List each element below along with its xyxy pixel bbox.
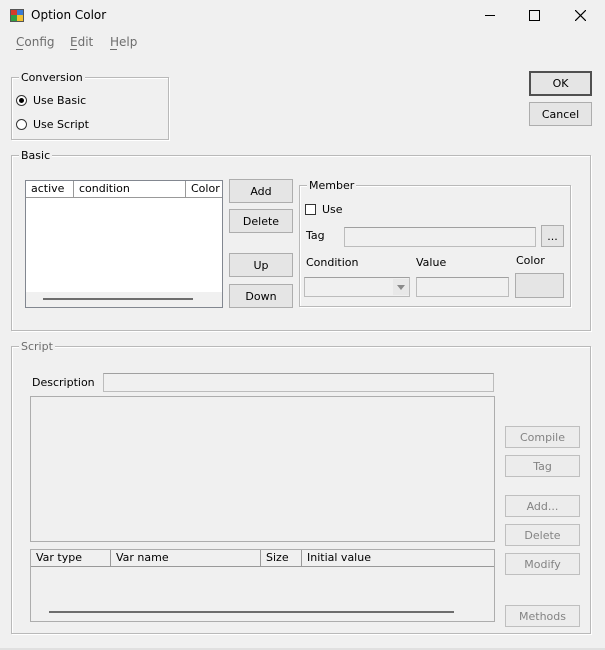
chevron-down-icon: [397, 284, 405, 290]
variable-list-header: Var type Var name Size Initial value: [31, 550, 494, 567]
menu-config[interactable]: Config: [16, 35, 55, 49]
member-use-label[interactable]: Use: [322, 203, 343, 216]
dropdown-button[interactable]: [393, 279, 409, 295]
conversion-group-label: Conversion: [19, 71, 85, 84]
scrollbar-thumb[interactable]: [43, 298, 193, 300]
window-title: Option Color: [31, 8, 107, 22]
member-condition-label: Condition: [306, 256, 359, 269]
member-use-checkbox[interactable]: [305, 204, 316, 215]
member-color-label: Color: [516, 254, 545, 267]
basic-up-button[interactable]: Up: [229, 253, 293, 277]
script-delete-button[interactable]: Delete: [505, 524, 580, 546]
col-active[interactable]: active: [26, 181, 74, 197]
member-tag-field[interactable]: [344, 227, 536, 247]
color-picker-button[interactable]: [515, 273, 564, 298]
description-field[interactable]: [103, 373, 494, 392]
script-add-button[interactable]: Add...: [505, 495, 580, 517]
app-icon: [10, 9, 24, 22]
col-condition[interactable]: condition: [74, 181, 186, 197]
close-button[interactable]: [558, 0, 603, 31]
cancel-button[interactable]: Cancel: [529, 102, 592, 126]
script-editor[interactable]: [30, 396, 495, 542]
member-tag-label: Tag: [306, 229, 325, 242]
tag-browse-button[interactable]: ...: [541, 225, 564, 247]
variable-list-scrollbar[interactable]: [49, 611, 454, 613]
basic-delete-button[interactable]: Delete: [229, 209, 293, 233]
use-basic-radio[interactable]: [16, 95, 27, 106]
methods-button[interactable]: Methods: [505, 605, 580, 627]
condition-list-header: active condition Color: [26, 181, 222, 198]
col-initial-value[interactable]: Initial value: [302, 550, 494, 566]
menu-edit[interactable]: Edit: [70, 35, 93, 49]
member-value-label: Value: [416, 256, 447, 269]
script-group-label: Script: [19, 340, 55, 353]
col-color[interactable]: Color: [186, 181, 223, 197]
maximize-icon: [529, 10, 540, 21]
basic-group-label: Basic: [19, 149, 53, 162]
maximize-button[interactable]: [512, 0, 557, 31]
modify-button[interactable]: Modify: [505, 553, 580, 575]
value-field[interactable]: [416, 277, 509, 297]
ok-button[interactable]: OK: [529, 71, 592, 96]
col-var-type[interactable]: Var type: [31, 550, 111, 566]
condition-dropdown[interactable]: [304, 277, 410, 297]
condition-list-scrollbar[interactable]: [26, 292, 222, 307]
minimize-button[interactable]: [467, 0, 512, 31]
col-size[interactable]: Size: [261, 550, 302, 566]
menu-help[interactable]: Help: [110, 35, 137, 49]
menu-edit-mnemonic: [70, 49, 77, 50]
basic-down-button[interactable]: Down: [229, 284, 293, 308]
script-tag-button[interactable]: Tag: [505, 455, 580, 477]
minimize-icon: [484, 15, 495, 16]
close-icon: [575, 10, 586, 21]
condition-list[interactable]: active condition Color: [25, 180, 223, 308]
menu-config-mnemonic: [16, 49, 23, 50]
variable-list[interactable]: Var type Var name Size Initial value: [30, 549, 495, 622]
compile-button[interactable]: Compile: [505, 426, 580, 448]
basic-add-button[interactable]: Add: [229, 179, 293, 203]
use-script-radio[interactable]: [16, 119, 27, 130]
col-var-name[interactable]: Var name: [111, 550, 261, 566]
use-basic-label[interactable]: Use Basic: [33, 94, 86, 107]
description-label: Description: [32, 376, 95, 389]
menu-help-mnemonic: [110, 49, 117, 50]
member-group-label: Member: [307, 179, 357, 192]
use-script-label[interactable]: Use Script: [33, 118, 89, 131]
